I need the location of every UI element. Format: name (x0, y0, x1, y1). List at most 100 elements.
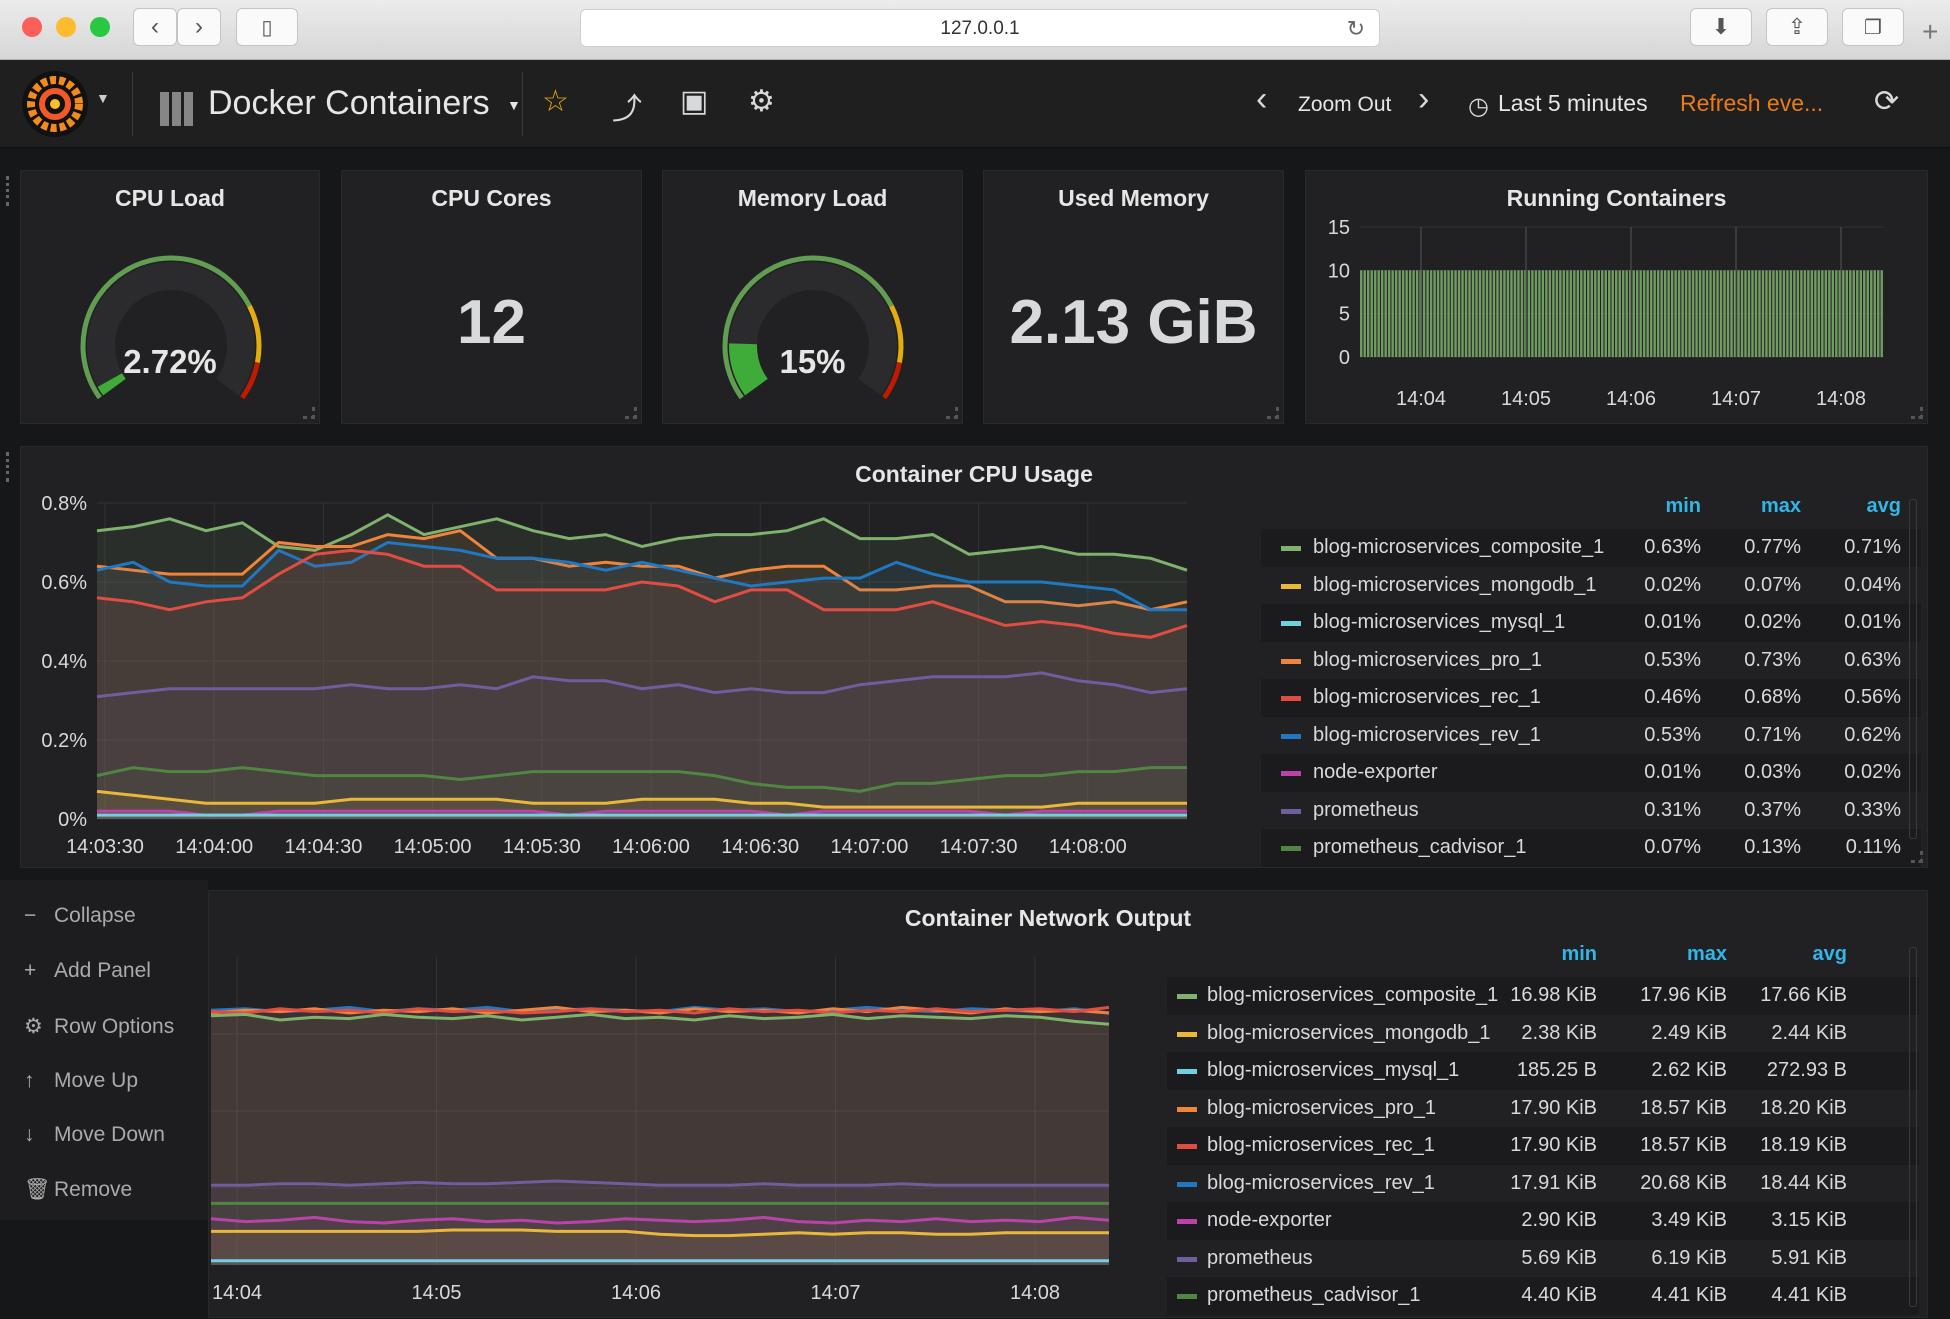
legend-scrollbar[interactable] (1909, 499, 1917, 839)
legend-color-swatch[interactable] (1281, 846, 1301, 851)
minimize-window-button[interactable] (56, 17, 76, 37)
legend-header-avg[interactable]: avg (1809, 495, 1901, 518)
dashboard-title[interactable]: Docker Containers ▼ (208, 84, 521, 123)
panel-resize-handle[interactable] (1911, 407, 1923, 419)
legend-row[interactable]: blog-microservices_rec_1 17.90 KiB 18.57 K… (1167, 1127, 1919, 1165)
save-icon[interactable]: ▣ (680, 84, 708, 119)
legend-header-min[interactable]: min (1611, 495, 1701, 518)
close-window-button[interactable] (22, 17, 42, 37)
legend-row[interactable]: blog-microservices_rev_1 0.53% 0.71% 0.62% (1261, 717, 1921, 755)
grafana-logo[interactable] (22, 71, 88, 137)
legend-series-name[interactable]: prometheus (1313, 792, 1419, 830)
legend-series-name[interactable]: blog-microservices_composite_1 (1313, 529, 1604, 567)
legend-header-min[interactable]: min (1487, 943, 1597, 966)
legend-row[interactable]: blog-microservices_composite_1 0.63% 0.77%… (1261, 529, 1921, 567)
legend-row[interactable]: blog-microservices_pro_1 0.53% 0.73% 0.63% (1261, 642, 1921, 680)
legend-row[interactable]: blog-microservices_rev_1 17.91 KiB 20.68 K… (1167, 1165, 1919, 1203)
legend-row[interactable]: blog-microservices_mysql_1 0.01% 0.02% 0.01… (1261, 604, 1921, 642)
row-options-menu-item[interactable]: ⚙ Row Options (24, 1014, 174, 1039)
legend-series-name[interactable]: node-exporter (1313, 754, 1438, 792)
legend-header-max[interactable]: max (1711, 495, 1801, 518)
legend-color-swatch[interactable] (1177, 1294, 1197, 1299)
legend-series-name[interactable]: blog-microservices_mongodb_1 (1207, 1015, 1490, 1053)
row-handle[interactable] (6, 452, 12, 482)
legend-series-name[interactable]: blog-microservices_composite_1 (1207, 977, 1498, 1015)
legend-row[interactable]: blog-microservices_composite_1 16.98 KiB 1… (1167, 977, 1919, 1015)
legend-color-swatch[interactable] (1177, 1256, 1197, 1262)
legend-color-swatch[interactable] (1281, 621, 1301, 626)
legend-row[interactable]: prometheus_cadvisor_1 4.40 KiB 4.41 KiB 4.4… (1167, 1277, 1919, 1315)
refresh-interval[interactable]: Refresh eve... (1680, 90, 1823, 117)
legend-color-swatch[interactable] (1177, 1069, 1197, 1074)
legend-series-name[interactable]: blog-microservices_rec_1 (1313, 679, 1541, 717)
address-bar[interactable]: 127.0.0.1 ↻ (580, 9, 1380, 47)
back-button[interactable]: ‹ (133, 8, 177, 46)
legend-series-name[interactable]: prometheus_cadvisor_1 (1313, 829, 1526, 867)
panel-resize-handle[interactable] (1911, 851, 1923, 863)
chevron-left-icon[interactable]: ‹ (1256, 80, 1267, 119)
tabs-overview-button[interactable]: ❐ (1842, 8, 1904, 46)
legend-color-swatch[interactable] (1281, 658, 1301, 664)
time-range-picker[interactable]: Last 5 minutes (1498, 90, 1648, 117)
legend-series-name[interactable]: blog-microservices_pro_1 (1207, 1090, 1436, 1128)
legend-series-name[interactable]: blog-microservices_rev_1 (1207, 1165, 1435, 1203)
legend-color-swatch[interactable] (1281, 808, 1301, 814)
remove-menu-item[interactable]: 🗑 Remove (24, 1178, 132, 1202)
legend-series-name[interactable]: node-exporter (1207, 1202, 1332, 1240)
sidebar-toggle-button[interactable]: ▯ (236, 8, 298, 46)
legend-color-swatch[interactable] (1177, 1219, 1197, 1224)
zoom-out-button[interactable]: Zoom Out (1298, 93, 1391, 117)
legend-color-swatch[interactable] (1281, 583, 1301, 589)
legend-row[interactable]: node-exporter 2.90 KiB 3.49 KiB 3.15 KiB (1167, 1202, 1919, 1240)
reload-icon[interactable]: ↻ (1347, 10, 1365, 47)
downloads-button[interactable]: ⬇ (1690, 8, 1752, 46)
legend-color-swatch[interactable] (1177, 994, 1197, 999)
legend-series-name[interactable]: blog-microservices_mongodb_1 (1313, 567, 1596, 605)
legend-series-name[interactable]: blog-microservices_pro_1 (1313, 642, 1542, 680)
refresh-icon[interactable]: ⟳ (1874, 84, 1899, 119)
legend-row[interactable]: blog-microservices_pro_1 17.90 KiB 18.57 K… (1167, 1090, 1919, 1128)
legend-color-swatch[interactable] (1281, 696, 1301, 701)
legend-row[interactable]: prometheus_cadvisor_1 0.07% 0.13% 0.11% (1261, 829, 1921, 867)
legend-row[interactable]: blog-microservices_mongodb_1 0.02% 0.07% 0.… (1261, 567, 1921, 605)
logo-caret-icon[interactable]: ▼ (96, 90, 110, 106)
add-panel-menu-item[interactable]: + Add Panel (24, 959, 151, 983)
legend-row[interactable]: blog-microservices_mongodb_1 2.38 KiB 2.49… (1167, 1015, 1919, 1053)
legend-row[interactable]: prometheus 0.31% 0.37% 0.33% (1261, 792, 1921, 830)
panel-resize-handle[interactable] (1267, 407, 1279, 419)
chevron-right-icon[interactable]: › (1418, 80, 1429, 119)
legend-color-swatch[interactable] (1281, 771, 1301, 776)
legend-row[interactable]: blog-microservices_mysql_1 185.25 B 2.62 K… (1167, 1052, 1919, 1090)
legend-series-name[interactable]: prometheus_cadvisor_1 (1207, 1277, 1420, 1315)
legend-color-swatch[interactable] (1177, 1031, 1197, 1037)
legend-series-name[interactable]: blog-microservices_rev_1 (1313, 717, 1541, 755)
legend-header-avg[interactable]: avg (1737, 943, 1847, 966)
collapse-menu-item[interactable]: − Collapse (24, 904, 136, 928)
legend-series-name[interactable]: blog-microservices_mysql_1 (1313, 604, 1565, 642)
legend-series-name[interactable]: blog-microservices_mysql_1 (1207, 1052, 1459, 1090)
legend-color-swatch[interactable] (1177, 1181, 1197, 1187)
panel-resize-handle[interactable] (303, 407, 315, 419)
legend-color-swatch[interactable] (1281, 546, 1301, 551)
legend-row[interactable]: blog-microservices_rec_1 0.46% 0.68% 0.56% (1261, 679, 1921, 717)
legend-color-swatch[interactable] (1177, 1144, 1197, 1149)
row-handle[interactable] (6, 176, 12, 206)
star-icon[interactable]: ☆ (542, 84, 569, 119)
panel-resize-handle[interactable] (946, 407, 958, 419)
legend-header-max[interactable]: max (1617, 943, 1727, 966)
legend-row[interactable]: prometheus 5.69 KiB 6.19 KiB 5.91 KiB (1167, 1240, 1919, 1278)
legend-series-name[interactable]: prometheus (1207, 1240, 1313, 1278)
legend-series-name[interactable]: blog-microservices_rec_1 (1207, 1127, 1435, 1165)
move-up-menu-item[interactable]: ↑ Move Up (24, 1069, 138, 1093)
new-tab-button[interactable]: + (1922, 16, 1938, 48)
legend-color-swatch[interactable] (1281, 733, 1301, 739)
legend-color-swatch[interactable] (1177, 1106, 1197, 1112)
gear-icon[interactable]: ⚙ (748, 84, 775, 119)
share-icon[interactable]: ⤴ (612, 84, 642, 128)
maximize-window-button[interactable] (90, 17, 110, 37)
panel-resize-handle[interactable] (625, 407, 637, 419)
legend-row[interactable]: node-exporter 0.01% 0.03% 0.02% (1261, 754, 1921, 792)
forward-button[interactable]: › (177, 8, 221, 46)
move-down-menu-item[interactable]: ↓ Move Down (24, 1123, 165, 1147)
share-button[interactable]: ⇪ (1766, 8, 1828, 46)
